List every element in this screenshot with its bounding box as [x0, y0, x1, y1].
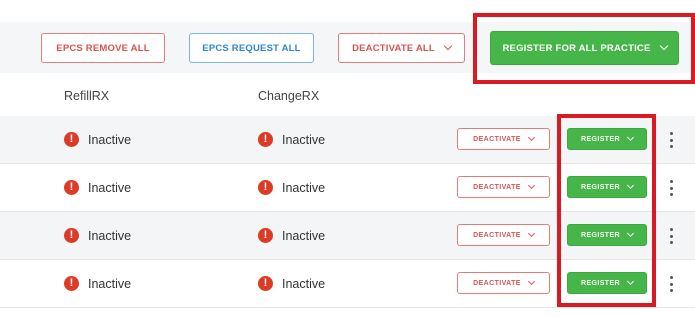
changerx-status: ! Inactive: [258, 228, 325, 243]
changerx-status-text: Inactive: [282, 276, 326, 291]
changerx-status-text: Inactive: [282, 132, 326, 147]
deactivate-all-label: DEACTIVATE ALL: [352, 42, 435, 54]
chevron-down-icon: [527, 277, 535, 285]
table-row: ! Inactive ! Inactive DEACTIVATE REGISTE…: [0, 164, 695, 212]
refillrx-status-text: Inactive: [88, 276, 132, 291]
alert-circle-icon: !: [64, 132, 79, 147]
deactivate-label: DEACTIVATE: [473, 135, 521, 143]
register-all-practice-button[interactable]: REGISTER FOR ALL PRACTICE: [490, 31, 679, 65]
epcs-request-all-button[interactable]: EPCS REQUEST ALL: [189, 33, 314, 63]
register-label: REGISTER: [581, 135, 620, 143]
changerx-status: ! Inactive: [258, 180, 325, 195]
table-header: RefillRX ChangeRX: [0, 73, 695, 117]
alert-circle-icon: !: [64, 228, 79, 243]
chevron-down-icon: [626, 133, 635, 141]
kebab-menu-icon[interactable]: [666, 276, 676, 292]
table-row: ! Inactive ! Inactive DEACTIVATE REGISTE…: [0, 212, 695, 260]
alert-circle-icon: !: [258, 180, 273, 195]
refillrx-status: ! Inactive: [64, 132, 131, 147]
register-button[interactable]: REGISTER: [567, 272, 647, 294]
refillrx-status-text: Inactive: [88, 180, 132, 195]
column-header-refillrx: RefillRX: [64, 89, 110, 103]
alert-circle-icon: !: [258, 276, 273, 291]
column-header-changerx: ChangeRX: [258, 89, 320, 103]
chevron-down-icon: [626, 277, 635, 285]
chevron-down-icon: [626, 181, 635, 189]
refillrx-status: ! Inactive: [64, 180, 131, 195]
refillrx-status: ! Inactive: [64, 276, 131, 291]
register-button[interactable]: REGISTER: [567, 224, 647, 246]
epcs-remove-all-label: EPCS REMOVE ALL: [56, 42, 150, 54]
chevron-down-icon: [527, 181, 535, 189]
top-strip: [0, 0, 695, 23]
register-button[interactable]: REGISTER: [567, 176, 647, 198]
alert-circle-icon: !: [258, 228, 273, 243]
table-row: ! Inactive ! Inactive DEACTIVATE REGISTE…: [0, 116, 695, 164]
changerx-status: ! Inactive: [258, 132, 325, 147]
chevron-down-icon: [527, 133, 535, 141]
kebab-menu-icon[interactable]: [666, 180, 676, 196]
alert-circle-icon: !: [64, 180, 79, 195]
kebab-menu-icon[interactable]: [666, 228, 676, 244]
deactivate-label: DEACTIVATE: [473, 231, 521, 239]
register-all-practice-label: REGISTER FOR ALL PRACTICE: [502, 42, 651, 54]
refillrx-status: ! Inactive: [64, 228, 131, 243]
register-label: REGISTER: [581, 183, 620, 191]
chevron-down-icon: [659, 41, 668, 51]
changerx-status-text: Inactive: [282, 228, 326, 243]
deactivate-button[interactable]: DEACTIVATE: [457, 128, 550, 150]
epcs-remove-all-button[interactable]: EPCS REMOVE ALL: [41, 33, 165, 63]
changerx-status-text: Inactive: [282, 180, 326, 195]
deactivate-button[interactable]: DEACTIVATE: [457, 176, 550, 198]
table-row: ! Inactive ! Inactive DEACTIVATE REGISTE…: [0, 260, 695, 308]
deactivate-label: DEACTIVATE: [473, 183, 521, 191]
changerx-status: ! Inactive: [258, 276, 325, 291]
chevron-down-icon: [626, 229, 635, 237]
deactivate-label: DEACTIVATE: [473, 279, 521, 287]
deactivate-button[interactable]: DEACTIVATE: [457, 224, 550, 246]
chevron-down-icon: [527, 229, 535, 237]
bulk-action-toolbar: EPCS REMOVE ALL EPCS REQUEST ALL DEACTIV…: [0, 22, 695, 74]
refillrx-status-text: Inactive: [88, 132, 132, 147]
deactivate-button[interactable]: DEACTIVATE: [457, 272, 550, 294]
register-label: REGISTER: [581, 231, 620, 239]
alert-circle-icon: !: [258, 132, 273, 147]
register-label: REGISTER: [581, 279, 620, 287]
kebab-menu-icon[interactable]: [666, 132, 676, 148]
refillrx-status-text: Inactive: [88, 228, 132, 243]
alert-circle-icon: !: [64, 276, 79, 291]
register-button[interactable]: REGISTER: [567, 128, 647, 150]
chevron-down-icon: [443, 41, 453, 51]
deactivate-all-button[interactable]: DEACTIVATE ALL: [338, 33, 465, 63]
epcs-request-all-label: EPCS REQUEST ALL: [202, 42, 301, 54]
